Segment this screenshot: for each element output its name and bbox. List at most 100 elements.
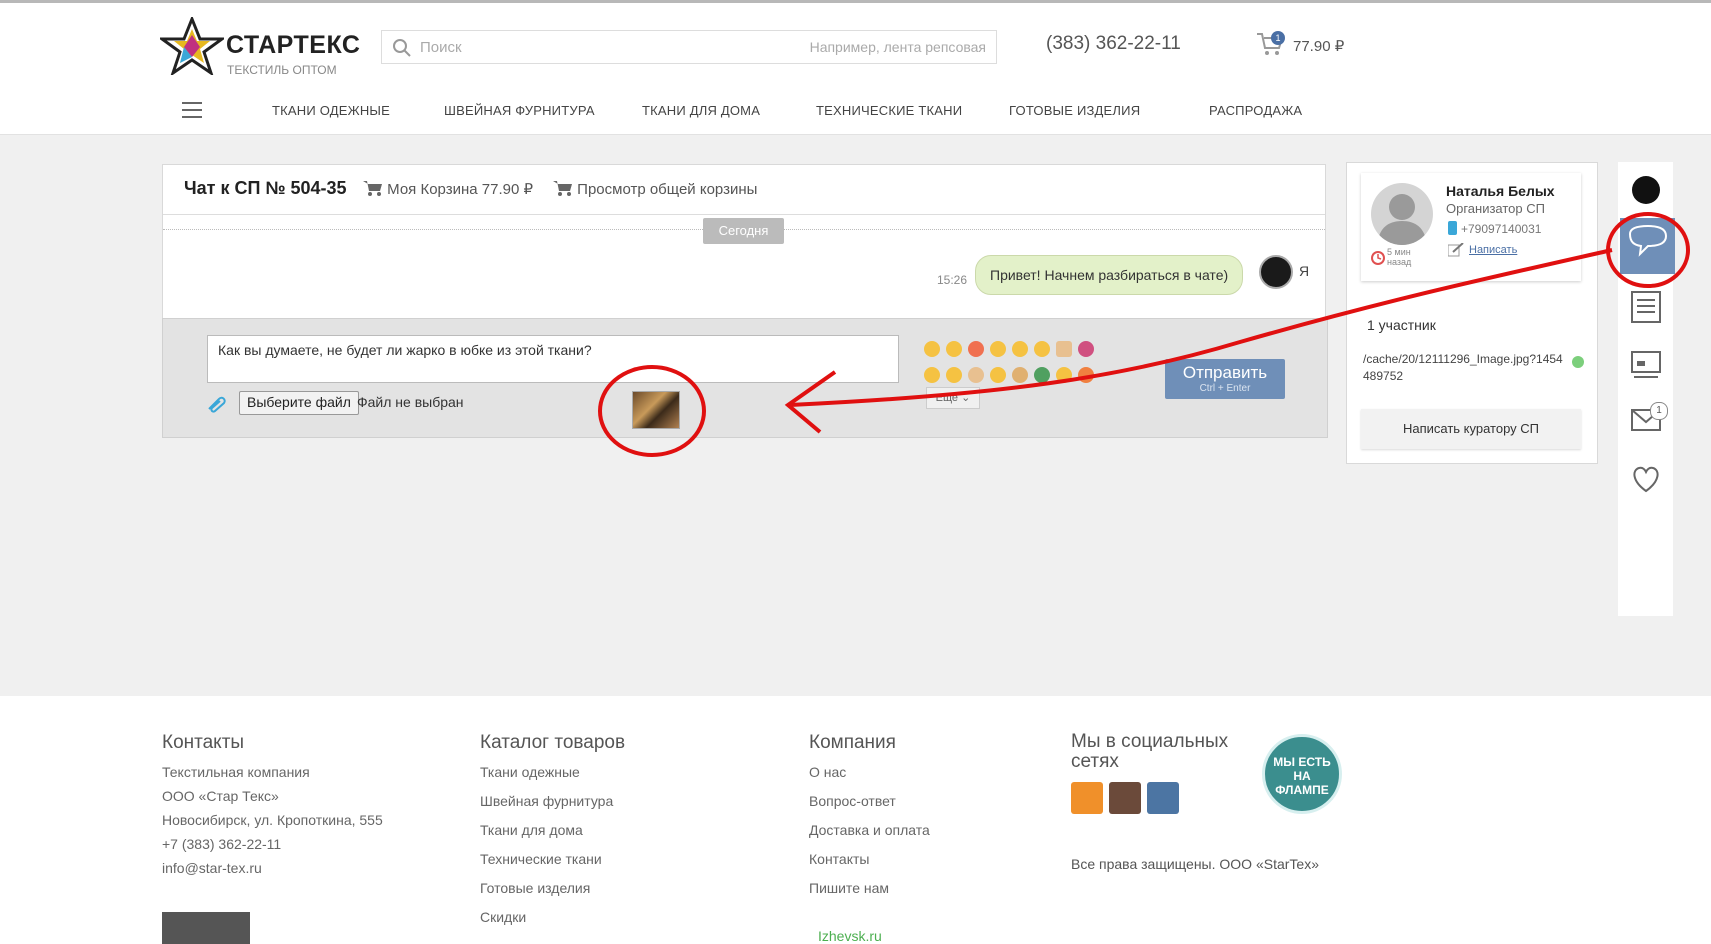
contact-line[interactable]: +7 (383) 362-22-11	[162, 836, 383, 852]
organizer-card: 5 мин назад Наталья Белых Организатор СП…	[1361, 173, 1581, 281]
nav-item-technical-fabrics[interactable]: ТЕХНИЧЕСКИЕ ТКАНИ	[816, 103, 962, 118]
nav-item-home-fabrics[interactable]: ТКАНИ ДЛЯ ДОМА	[642, 103, 760, 118]
footer-link[interactable]: Готовые изделия	[480, 880, 625, 896]
footer-link[interactable]: Доставка и оплата	[809, 822, 930, 838]
organizer-phone[interactable]: +79097140031	[1461, 222, 1541, 236]
emoji-icon[interactable]	[1012, 341, 1028, 357]
footer-link[interactable]: Швейная фурнитура	[480, 793, 625, 809]
file-status: Файл не выбран	[357, 394, 464, 410]
menu-icon[interactable]	[182, 102, 202, 123]
header-phone[interactable]: (383) 362-22-11	[1046, 33, 1181, 55]
footer-social: Мы в социальных сетях	[1071, 732, 1251, 819]
contact-line: Текстильная компания	[162, 764, 310, 780]
message-input[interactable]: Как вы думаете, не будет ли жарко в юбке…	[207, 335, 899, 383]
footer-link[interactable]: Скидки	[480, 909, 625, 925]
nav-item-ready-products[interactable]: ГОТОВЫЕ ИЗДЕЛИЯ	[1009, 103, 1140, 118]
logo-subtitle: ТЕКСТИЛЬ ОПТОМ	[227, 63, 337, 77]
attached-file-path[interactable]: /cache/20/12111296_Image.jpg?1454489752	[1363, 351, 1568, 385]
footer-link[interactable]: Ткани одежные	[480, 764, 625, 780]
chat-title: Чат к СП № 504-35	[184, 178, 347, 198]
side-toolbar: 1	[1618, 162, 1675, 616]
nav-item-sale[interactable]: РАСПРОДАЖА	[1209, 103, 1302, 118]
chat-bubble-icon	[1628, 224, 1668, 257]
emoji-icon[interactable]	[1056, 367, 1072, 383]
emoji-icon[interactable]	[946, 367, 962, 383]
sender-label: Я	[1299, 263, 1310, 279]
logo-star-icon[interactable]	[157, 14, 227, 80]
logo-icon[interactable]	[1632, 176, 1660, 204]
emoji-icon[interactable]	[1034, 341, 1050, 357]
emoji-icon[interactable]	[990, 367, 1006, 383]
footer-social-heading: Мы в социальных сетях	[1071, 731, 1229, 772]
contact-line: ООО «Стар Текс»	[162, 788, 279, 804]
logo-name[interactable]: СТАРТЕКС	[226, 31, 360, 60]
site-header: СТАРТЕКС ТЕКСТИЛЬ ОПТОМ Поиск Например, …	[0, 0, 1711, 89]
emoji-icon[interactable]	[1012, 367, 1028, 383]
avatar	[1259, 255, 1293, 289]
paperclip-icon[interactable]	[206, 395, 228, 418]
emoji-icon[interactable]	[990, 341, 1006, 357]
footer-link[interactable]: Ткани для дома	[480, 822, 625, 838]
message-time: 15:26	[937, 273, 968, 287]
footer-link[interactable]: О нас	[809, 764, 930, 780]
footer-contacts-heading: Контакты	[162, 732, 245, 753]
search-input[interactable]: Поиск Например, лента репсовая	[381, 30, 997, 64]
compose-area: Как вы думаете, не будет ли жарко в юбке…	[162, 318, 1328, 438]
nav-item-sewing-accessories[interactable]: ШВЕЙНАЯ ФУРНИТУРА	[444, 103, 595, 118]
cart-count-badge: 1	[1271, 31, 1285, 45]
emoji-icon[interactable]	[968, 367, 984, 383]
online-icon	[1571, 355, 1585, 374]
last-seen: 5 мин назад	[1387, 247, 1412, 267]
emoji-icon[interactable]	[968, 341, 984, 357]
write-link[interactable]: Написать	[1469, 244, 1517, 256]
instagram-icon[interactable]	[1109, 782, 1141, 814]
contact-line[interactable]: info@star-tex.ru	[162, 860, 383, 876]
send-button[interactable]: Отправить Ctrl + Enter	[1165, 359, 1285, 399]
emoji-icon[interactable]	[924, 341, 940, 357]
card-icon[interactable]	[1630, 348, 1662, 385]
attached-image-thumbnail[interactable]	[632, 391, 680, 429]
message-bubble: Привет! Начнем разбираться в чате)	[975, 255, 1244, 295]
pencil-icon	[1447, 242, 1464, 262]
cart-total[interactable]: 77.90 ₽	[1293, 37, 1344, 55]
footer-link[interactable]: Пишите нам	[809, 880, 930, 896]
nav-item-clothing-fabrics[interactable]: ТКАНИ ОДЕЖНЫЕ	[272, 103, 390, 118]
footer-catalog-heading: Каталог товаров	[480, 732, 626, 753]
visit-counter[interactable]	[162, 912, 250, 944]
common-cart-label: Просмотр общей корзины	[577, 181, 758, 198]
emoji-icon[interactable]	[946, 341, 962, 357]
footer-link[interactable]: Контакты	[809, 851, 930, 867]
odnoklassniki-icon[interactable]	[1071, 782, 1103, 814]
document-icon[interactable]	[1630, 290, 1662, 329]
thumbs-up-icon[interactable]	[1056, 341, 1072, 357]
flamp-badge[interactable]: МЫ ЕСТЬ НА ФЛАМПЕ	[1262, 734, 1342, 814]
search-hint: Например, лента репсовая	[809, 39, 986, 55]
more-emoji-button[interactable]: Еще ⌄	[926, 387, 980, 409]
vk-icon[interactable]	[1147, 782, 1179, 814]
footer-link[interactable]: Вопрос-ответ	[809, 793, 930, 809]
flower-icon[interactable]	[1078, 341, 1094, 357]
more-label: Еще	[935, 392, 959, 404]
organizer-panel: 5 мин назад Наталья Белых Организатор СП…	[1346, 162, 1598, 464]
mail-badge: 1	[1650, 402, 1668, 420]
my-cart-link[interactable]: Моя Корзина 77.90 ₽	[363, 179, 533, 198]
chat-button[interactable]	[1620, 218, 1675, 274]
clock-icon	[1371, 251, 1385, 270]
write-curator-button[interactable]: Написать куратору СП	[1361, 409, 1581, 449]
cart-small-icon	[553, 181, 572, 196]
emoji-icon[interactable]	[1078, 367, 1094, 383]
izhevsk-link[interactable]: Izhevsk.ru	[818, 928, 882, 944]
emoji-icon[interactable]	[924, 367, 940, 383]
emoji-icon[interactable]	[1034, 367, 1050, 383]
organizer-name: Наталья Белых	[1446, 183, 1555, 199]
search-icon	[392, 38, 412, 63]
choose-file-button[interactable]: Выберите файл	[239, 391, 359, 415]
common-cart-link[interactable]: Просмотр общей корзины	[553, 179, 757, 198]
footer-link[interactable]: Технические ткани	[480, 851, 625, 867]
date-divider: Сегодня	[703, 218, 784, 244]
footer-contacts: Контакты Текстильная компания ООО «Стар …	[162, 732, 383, 884]
heart-icon[interactable]	[1630, 464, 1662, 499]
send-hint: Ctrl + Enter	[1199, 383, 1251, 394]
search-placeholder: Поиск	[420, 39, 462, 56]
chat-panel: Чат к СП № 504-35 Моя Корзина 77.90 ₽ Пр…	[162, 164, 1328, 438]
